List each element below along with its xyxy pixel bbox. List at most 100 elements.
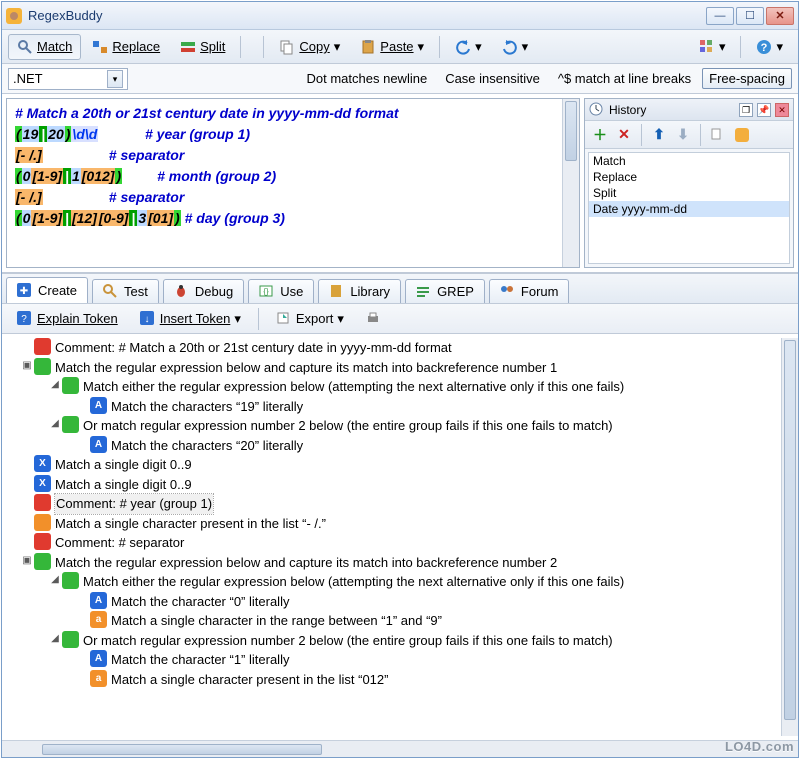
tree-scrollbar-v[interactable] [781, 338, 798, 736]
tok: 3 [137, 210, 147, 226]
history-up-button[interactable]: ⬆ [648, 124, 670, 146]
help-button[interactable]: ?▾ [747, 34, 792, 60]
editor-scrollbar-v[interactable] [562, 99, 579, 267]
node-text: Match the characters “19” literally [111, 397, 303, 417]
tab-use[interactable]: {}Use [248, 279, 314, 303]
match-button[interactable]: Match [8, 34, 81, 60]
dropdown-arrow: ▾ [418, 39, 425, 55]
restore-icon[interactable]: ❐ [739, 103, 753, 117]
view-options-button[interactable]: ▾ [690, 34, 735, 60]
redo-button[interactable]: ▾ [493, 34, 538, 60]
paste-button[interactable]: Paste▾ [351, 34, 433, 60]
tree-node[interactable]: ◢ Match either the regular expression be… [6, 377, 781, 397]
explain-token-button[interactable]: ?Explain Token [8, 306, 127, 332]
tree-node[interactable]: aMatch a single character in the range b… [6, 611, 781, 631]
history-add-button[interactable]: ＋ [589, 124, 611, 146]
minimize-button[interactable]: — [706, 7, 734, 25]
tree-node[interactable]: XMatch a single digit 0..9 [6, 455, 781, 475]
tree-twisty[interactable]: ▣ [20, 358, 34, 373]
tok: [0-9] [98, 210, 130, 226]
tab-library[interactable]: Library [318, 279, 401, 303]
print-button[interactable] [357, 306, 391, 332]
tree-node[interactable]: AMatch the character “0” literally [6, 592, 781, 612]
tok: 0 [22, 210, 32, 226]
node-text: Match a single character in the range be… [111, 611, 442, 631]
tab-forum[interactable]: Forum [489, 279, 570, 303]
node-text: Match a single digit 0..9 [55, 475, 192, 495]
tab-test[interactable]: Test [92, 279, 159, 303]
separator [641, 124, 642, 146]
panel-close-icon[interactable]: ✕ [775, 103, 789, 117]
split-icon [180, 39, 196, 55]
history-regexbuddy-button[interactable] [731, 124, 753, 146]
tree-node[interactable]: Match a single character present in the … [6, 514, 781, 534]
tree-twisty[interactable]: ◢ [48, 377, 62, 392]
undo-icon [455, 39, 471, 55]
history-down-button[interactable]: ⬇ [672, 124, 694, 146]
tree-twisty[interactable]: ◢ [48, 416, 62, 431]
tree-node[interactable]: ◢ Match either the regular expression be… [6, 572, 781, 592]
tree-twisty[interactable]: ▣ [20, 553, 34, 568]
undo-button[interactable]: ▾ [446, 34, 491, 60]
tree-node[interactable]: ▣ Match the regular expression below and… [6, 358, 781, 378]
tok: ( [15, 210, 22, 226]
node-icon [34, 358, 51, 375]
explain-tree[interactable]: Comment: # Match a 20th or 21st century … [6, 338, 781, 736]
history-item[interactable]: Match [589, 153, 789, 169]
flavor-select[interactable]: .NET ▾ [8, 68, 128, 90]
tree-scrollbar-h[interactable] [2, 740, 798, 757]
opt-free-spacing[interactable]: Free-spacing [702, 68, 792, 89]
tree-node[interactable]: Comment: # Match a 20th or 21st century … [6, 338, 781, 358]
node-icon [62, 572, 79, 589]
scrollbar-thumb[interactable] [42, 744, 322, 755]
tree-node[interactable]: aMatch a single character present in the… [6, 670, 781, 690]
tree-node[interactable]: AMatch the character “1” literally [6, 650, 781, 670]
replace-button[interactable]: Replace [83, 34, 169, 60]
tab-grep[interactable]: GREP [405, 279, 485, 303]
tree-twisty[interactable]: ◢ [48, 631, 62, 646]
pin-icon[interactable]: 📌 [757, 103, 771, 117]
tok: [1-9] [31, 210, 63, 226]
tok: | [39, 126, 47, 142]
node-text: Match the character “0” literally [111, 592, 289, 612]
tab-debug[interactable]: Debug [163, 279, 244, 303]
close-button[interactable]: ✕ [766, 7, 794, 25]
copy-icon [279, 39, 295, 55]
history-copy-button[interactable] [707, 124, 729, 146]
tree-node[interactable]: XMatch a single digit 0..9 [6, 475, 781, 495]
copy-button[interactable]: Copy▾ [270, 34, 349, 60]
tree-node[interactable]: AMatch the characters “20” literally [6, 436, 781, 456]
history-header[interactable]: History ❐ 📌 ✕ [585, 99, 793, 121]
tree-node[interactable]: Comment: # year (group 1) [6, 494, 781, 514]
opt-dot-newline[interactable]: Dot matches newline [300, 68, 435, 89]
tok: [012] [81, 168, 116, 184]
tree-node[interactable]: ◢ Or match regular expression number 2 b… [6, 631, 781, 651]
tab-create[interactable]: ✚Create [6, 277, 88, 303]
maximize-button[interactable]: ☐ [736, 7, 764, 25]
export-button[interactable]: Export▾ [267, 306, 353, 332]
opt-case-insensitive[interactable]: Case insensitive [438, 68, 547, 89]
history-item[interactable]: Replace [589, 169, 789, 185]
insert-token-button[interactable]: ↓Insert Token▾ [131, 306, 250, 332]
history-item[interactable]: Date yyyy-mm-dd [589, 201, 789, 217]
history-delete-button[interactable]: ✕ [613, 124, 635, 146]
regex-comment: # year (group 1) [145, 126, 250, 142]
titlebar[interactable]: RegexBuddy — ☐ ✕ [2, 2, 798, 30]
tree-node[interactable]: Comment: # separator [6, 533, 781, 553]
split-button[interactable]: Split [171, 34, 234, 60]
chevron-down-icon[interactable]: ▾ [107, 70, 123, 88]
opt-line-breaks[interactable]: ^$ match at line breaks [551, 68, 698, 89]
scrollbar-thumb[interactable] [784, 340, 796, 720]
history-list[interactable]: Match Replace Split Date yyyy-mm-dd [588, 152, 790, 264]
history-item[interactable]: Split [589, 185, 789, 201]
tree-node[interactable]: AMatch the characters “19” literally [6, 397, 781, 417]
tree-twisty[interactable]: ◢ [48, 572, 62, 587]
tab-label: Use [280, 284, 303, 299]
tree-node[interactable]: ▣ Match the regular expression below and… [6, 553, 781, 573]
tree-node[interactable]: ◢ Or match regular expression number 2 b… [6, 416, 781, 436]
window-title: RegexBuddy [28, 8, 706, 23]
scrollbar-thumb[interactable] [565, 101, 577, 161]
regex-text[interactable]: # Match a 20th or 21st century date in y… [7, 99, 579, 267]
regex-editor[interactable]: # Match a 20th or 21st century date in y… [6, 98, 580, 268]
history-toolbar: ＋ ✕ ⬆ ⬇ [585, 121, 793, 149]
